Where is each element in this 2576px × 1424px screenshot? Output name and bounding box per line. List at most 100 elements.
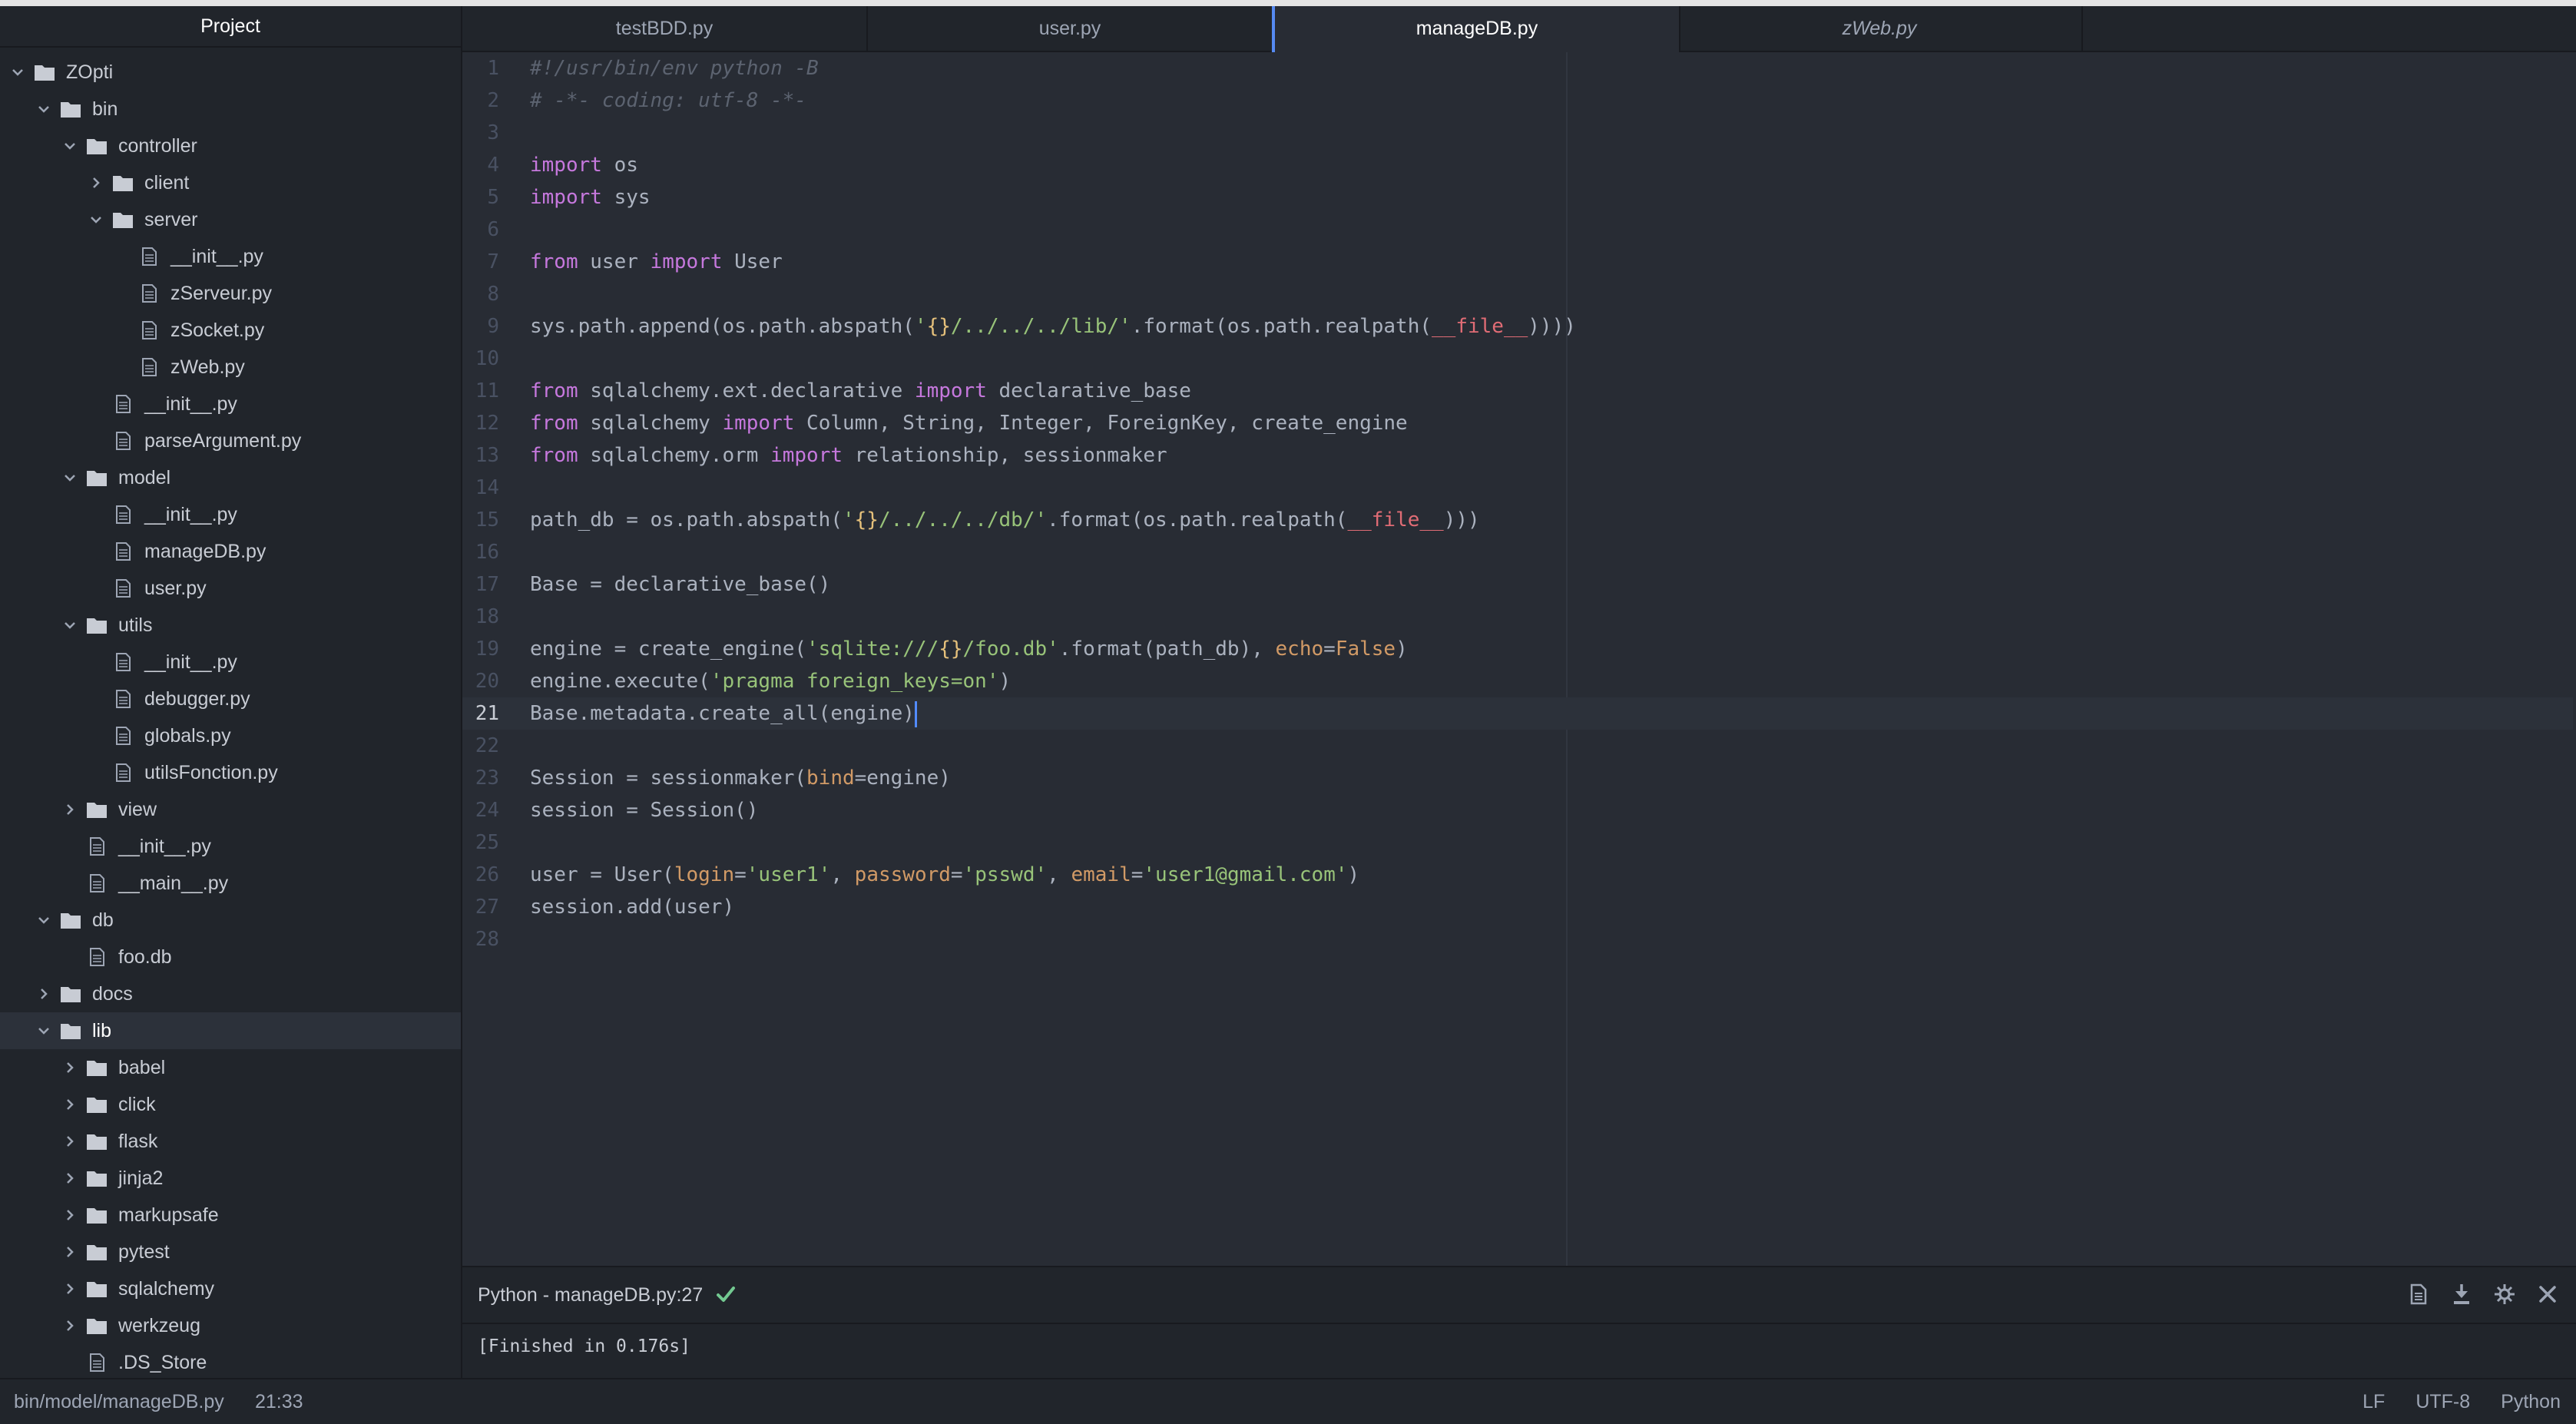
chevron-right-icon[interactable] bbox=[61, 1059, 78, 1076]
chevron-right-icon[interactable] bbox=[88, 174, 104, 191]
tree-folder[interactable]: model bbox=[0, 459, 461, 496]
status-file-path[interactable]: bin/model/manageDB.py bbox=[14, 1379, 224, 1424]
code-line[interactable] bbox=[530, 117, 2573, 149]
tree-file[interactable]: __main__.py bbox=[0, 865, 461, 902]
tree-folder[interactable]: flask bbox=[0, 1123, 461, 1160]
tree-file[interactable]: zWeb.py bbox=[0, 349, 461, 386]
file-text-icon bbox=[86, 1352, 108, 1373]
chevron-right-icon[interactable] bbox=[61, 1096, 78, 1113]
code-line[interactable]: #!/usr/bin/env python -B bbox=[530, 52, 2573, 84]
chevron-right-icon[interactable] bbox=[61, 1170, 78, 1187]
tree-folder[interactable]: lib bbox=[0, 1012, 461, 1049]
tree-folder[interactable]: ZOpti bbox=[0, 54, 461, 91]
code-line[interactable]: engine.execute('pragma foreign_keys=on') bbox=[530, 665, 2573, 697]
tree-folder[interactable]: sqlalchemy bbox=[0, 1270, 461, 1307]
code-line[interactable] bbox=[530, 826, 2573, 859]
tree-folder[interactable]: werkzeug bbox=[0, 1307, 461, 1344]
code-line[interactable]: sys.path.append(os.path.abspath('{}/../.… bbox=[530, 310, 2573, 343]
code-line[interactable]: session.add(user) bbox=[530, 891, 2573, 923]
tree-folder[interactable]: db bbox=[0, 902, 461, 939]
tree-file[interactable]: user.py bbox=[0, 570, 461, 607]
tree-file[interactable]: zServeur.py bbox=[0, 275, 461, 312]
chevron-down-icon[interactable] bbox=[35, 1022, 52, 1039]
tree-folder[interactable]: view bbox=[0, 791, 461, 828]
tree-folder[interactable]: jinja2 bbox=[0, 1160, 461, 1197]
close-icon[interactable] bbox=[2535, 1281, 2561, 1307]
code-line[interactable] bbox=[530, 214, 2573, 246]
tree-file[interactable]: utilsFonction.py bbox=[0, 754, 461, 791]
code-line[interactable] bbox=[530, 278, 2573, 310]
tree-folder[interactable]: server bbox=[0, 201, 461, 238]
chevron-right-icon[interactable] bbox=[61, 1133, 78, 1150]
code-line[interactable] bbox=[530, 343, 2573, 375]
code-line[interactable] bbox=[530, 536, 2573, 568]
code-line[interactable]: from sqlalchemy.orm import relationship,… bbox=[530, 439, 2573, 472]
chevron-down-icon[interactable] bbox=[61, 137, 78, 154]
tree-file[interactable]: .DS_Store bbox=[0, 1344, 461, 1378]
code-line[interactable]: Base = declarative_base() bbox=[530, 568, 2573, 601]
tree-file[interactable]: __init__.py bbox=[0, 386, 461, 422]
status-encoding[interactable]: UTF-8 bbox=[2415, 1379, 2470, 1424]
chevron-right-icon[interactable] bbox=[35, 985, 52, 1002]
status-line-ending[interactable]: LF bbox=[2362, 1379, 2385, 1424]
code-line[interactable]: from user import User bbox=[530, 246, 2573, 278]
code-line[interactable]: engine = create_engine('sqlite:///{}/foo… bbox=[530, 633, 2573, 665]
tree-folder[interactable]: controller bbox=[0, 127, 461, 164]
code-line[interactable]: import os bbox=[530, 149, 2573, 181]
chevron-down-icon[interactable] bbox=[35, 912, 52, 929]
tree-folder[interactable]: client bbox=[0, 164, 461, 201]
code-line[interactable]: session = Session() bbox=[530, 794, 2573, 826]
code-line[interactable]: from sqlalchemy.ext.declarative import d… bbox=[530, 375, 2573, 407]
tab-zweb[interactable]: zWeb.py bbox=[1677, 6, 2083, 51]
code-line[interactable]: Base.metadata.create_all(engine) bbox=[462, 697, 2573, 730]
code-line[interactable] bbox=[530, 472, 2573, 504]
tree-folder[interactable]: babel bbox=[0, 1049, 461, 1086]
tree-file[interactable]: zSocket.py bbox=[0, 312, 461, 349]
tree-folder[interactable]: docs bbox=[0, 975, 461, 1012]
chevron-right-icon[interactable] bbox=[61, 1280, 78, 1297]
code-line[interactable] bbox=[530, 923, 2573, 955]
tree-folder[interactable]: pytest bbox=[0, 1234, 461, 1270]
chevron-down-icon[interactable] bbox=[35, 101, 52, 118]
code-line[interactable]: Session = sessionmaker(bind=engine) bbox=[530, 762, 2573, 794]
tab-testbdd[interactable]: testBDD.py bbox=[462, 6, 868, 51]
chevron-right-icon[interactable] bbox=[61, 1207, 78, 1224]
tab-user[interactable]: user.py bbox=[868, 6, 1273, 51]
tree-file[interactable]: globals.py bbox=[0, 717, 461, 754]
tree-file[interactable]: __init__.py bbox=[0, 644, 461, 681]
tree-file[interactable]: debugger.py bbox=[0, 681, 461, 717]
code-line[interactable]: path_db = os.path.abspath('{}/../../../d… bbox=[530, 504, 2573, 536]
tree-folder[interactable]: click bbox=[0, 1086, 461, 1123]
tree-file[interactable]: __init__.py bbox=[0, 238, 461, 275]
chevron-down-icon[interactable] bbox=[9, 64, 26, 81]
file-icon[interactable] bbox=[2405, 1281, 2432, 1307]
chevron-right-icon[interactable] bbox=[61, 1317, 78, 1334]
code-line[interactable]: user = User(login='user1', password='pss… bbox=[530, 859, 2573, 891]
code-line[interactable]: from sqlalchemy import Column, String, I… bbox=[530, 407, 2573, 439]
tree-file[interactable]: parseArgument.py bbox=[0, 422, 461, 459]
tree-file[interactable]: foo.db bbox=[0, 939, 461, 975]
tree-folder[interactable]: markupsafe bbox=[0, 1197, 461, 1234]
code-line[interactable] bbox=[530, 730, 2573, 762]
code-line[interactable]: # -*- coding: utf-8 -*- bbox=[530, 84, 2573, 117]
code-editor[interactable]: #!/usr/bin/env python -B 1 # -*- coding: u… bbox=[462, 52, 2576, 1266]
chevron-right-icon[interactable] bbox=[61, 801, 78, 818]
code-line[interactable]: import sys bbox=[530, 181, 2573, 214]
download-icon[interactable] bbox=[2449, 1281, 2475, 1307]
settings-icon[interactable] bbox=[2492, 1281, 2518, 1307]
chevron-down-icon[interactable] bbox=[88, 211, 104, 228]
code-token: ) bbox=[1396, 637, 1408, 661]
status-cursor-position[interactable]: 21:33 bbox=[255, 1379, 303, 1424]
chevron-down-icon[interactable] bbox=[61, 617, 78, 634]
tree-folder[interactable]: bin bbox=[0, 91, 461, 127]
status-grammar[interactable]: Python bbox=[2501, 1379, 2561, 1424]
chevron-down-icon[interactable] bbox=[61, 469, 78, 486]
tree-file[interactable]: __init__.py bbox=[0, 828, 461, 865]
tree-file[interactable]: manageDB.py bbox=[0, 533, 461, 570]
tree-file[interactable]: __init__.py bbox=[0, 496, 461, 533]
tree-folder[interactable]: utils bbox=[0, 607, 461, 644]
chevron-right-icon[interactable] bbox=[61, 1244, 78, 1260]
code-line[interactable] bbox=[530, 601, 2573, 633]
tab-managedb[interactable]: manageDB.py bbox=[1272, 6, 1680, 52]
